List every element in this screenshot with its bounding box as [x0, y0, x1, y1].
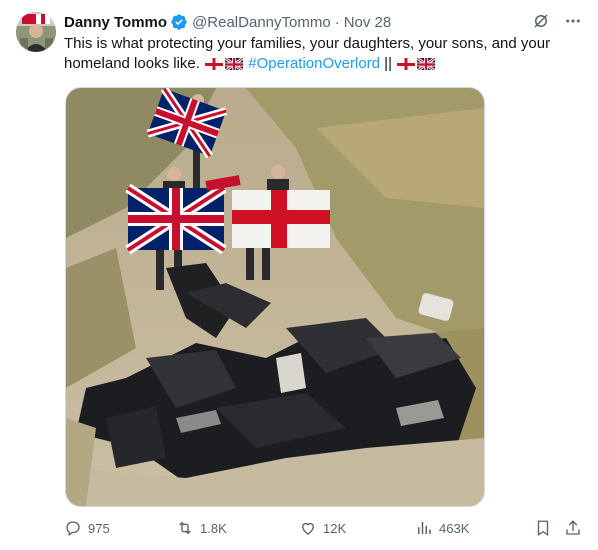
- like-count: 12K: [323, 520, 347, 536]
- reply-button[interactable]: 975: [64, 519, 110, 537]
- tweet-photo[interactable]: [65, 87, 485, 507]
- england-flag-icon: [205, 57, 224, 70]
- tweet-text: This is what protecting your families, y…: [64, 34, 574, 74]
- tweet-date[interactable]: Nov 28: [344, 14, 392, 31]
- views-button[interactable]: 463K: [415, 519, 469, 537]
- top-icons: [532, 12, 582, 30]
- separator-dot: ·: [334, 13, 340, 31]
- verified-badge-icon: [170, 13, 188, 31]
- bookmark-button[interactable]: [534, 519, 558, 537]
- reply-count: 975: [88, 520, 110, 536]
- retweet-count: 1.8K: [200, 520, 227, 536]
- retweet-icon: [179, 521, 191, 535]
- text-separator: ||: [384, 55, 392, 72]
- heart-icon: [302, 522, 314, 535]
- reply-icon: [66, 521, 80, 537]
- like-button[interactable]: 12K: [299, 519, 346, 537]
- tweet[interactable]: Danny Tommo @RealDannyTommo · Nov 28 Thi…: [0, 0, 598, 550]
- author-handle[interactable]: @RealDannyTommo: [192, 14, 331, 31]
- england-flag-icon: [397, 57, 416, 70]
- share-button[interactable]: [564, 519, 588, 537]
- avatar-image: [16, 12, 56, 52]
- retweet-button[interactable]: 1.8K: [176, 519, 227, 537]
- views-chart-icon: [418, 522, 431, 534]
- share-icon: [566, 520, 580, 535]
- uk-flag-icon: [417, 57, 436, 70]
- tweet-header: Danny Tommo @RealDannyTommo · Nov 28: [64, 12, 391, 32]
- bookmark-icon: [537, 520, 549, 537]
- views-count: 463K: [439, 520, 470, 536]
- uk-flag-icon: [225, 57, 244, 70]
- grok-icon[interactable]: [532, 12, 550, 30]
- action-bar: 975 1.8K 12K 463K: [64, 516, 584, 540]
- author-name[interactable]: Danny Tommo: [64, 14, 167, 31]
- hashtag-link[interactable]: #OperationOverlord: [248, 55, 380, 72]
- avatar[interactable]: [16, 12, 56, 52]
- more-icon[interactable]: [564, 12, 582, 30]
